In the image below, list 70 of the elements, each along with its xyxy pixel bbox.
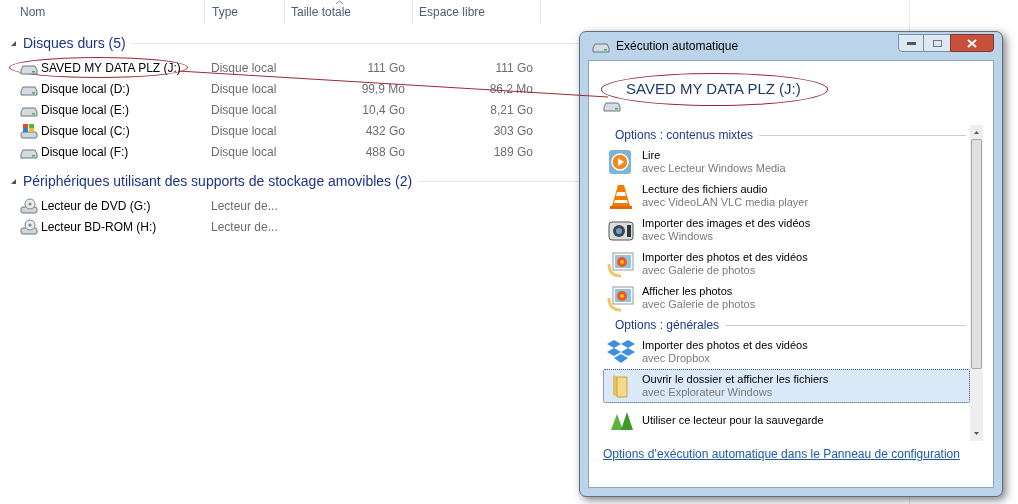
expand-triangle-icon[interactable] bbox=[10, 177, 17, 185]
photos-icon bbox=[607, 250, 635, 278]
option-action: Lecture des fichiers audio bbox=[642, 183, 769, 196]
scroll-thumb[interactable] bbox=[971, 139, 982, 369]
option-action: Utiliser ce lecteur pour la sauvegarde bbox=[642, 413, 824, 427]
option-action: Importer des photos et des vidéos bbox=[642, 339, 808, 352]
table-cell-text: Disque local bbox=[210, 143, 278, 161]
autoplay-option[interactable]: Afficher les photos avec Galerie de photos bbox=[603, 281, 970, 315]
autoplay-option[interactable]: Ouvrir le dossier et afficher les fichiers avec Explorateur Windows bbox=[603, 369, 970, 403]
autoplay-option[interactable]: Lecture des fichiers audio avec VideoLAN VLC media player bbox=[603, 179, 970, 213]
option-app: avec Explorateur Windows bbox=[642, 386, 774, 399]
expand-triangle-icon[interactable] bbox=[10, 39, 17, 47]
table-cell-text: 8,21 Go bbox=[489, 101, 533, 119]
table-cell-text: 10,4 Go bbox=[361, 101, 405, 119]
column-header[interactable]: Type bbox=[205, 0, 285, 24]
table-cell-text: 189 Go bbox=[492, 143, 533, 161]
optical-drive-icon bbox=[20, 197, 38, 214]
table-cell-text: Disque local bbox=[210, 101, 278, 119]
drive-name[interactable]: Lecteur BD-ROM (H:) bbox=[9, 216, 164, 237]
table-cell-text: 99,9 Mo bbox=[360, 80, 405, 98]
window-title: Exécution automatique bbox=[616, 38, 739, 55]
column-header[interactable]: Nom bbox=[0, 0, 205, 24]
group-header[interactable]: Périphériques utilisant des supports de stockage amovibles (2) bbox=[23, 170, 413, 192]
column-header[interactable]: Espace libre bbox=[413, 0, 541, 24]
drive-name[interactable]: Disque local (F:) bbox=[9, 141, 136, 162]
table-cell-text: Lecteur de... bbox=[210, 197, 279, 215]
autoplay-option[interactable]: Importer des images et des vidéos avec Windows bbox=[603, 213, 970, 247]
close-button[interactable] bbox=[950, 34, 994, 52]
table-cell-text: 111 Go bbox=[494, 59, 533, 77]
option-app: avec Dropbox bbox=[642, 352, 711, 365]
section-header: Options : contenus mixtes bbox=[615, 127, 754, 144]
table-cell-text: 432 Go bbox=[364, 122, 405, 140]
option-app: avec Galerie de photos bbox=[642, 264, 757, 277]
autoplay-option[interactable]: Importer des photos et des vidéos avec Galerie de photos bbox=[603, 247, 970, 281]
group-header[interactable]: Disques durs (5) bbox=[23, 32, 126, 54]
table-cell-text: Disque local bbox=[210, 122, 278, 140]
traffic-cone-icon bbox=[607, 182, 635, 210]
table-cell-text: 111 Go bbox=[366, 59, 405, 77]
autoplay-option[interactable]: Importer des photos et des vidéos avec Dropbox bbox=[603, 335, 970, 369]
scrollbar[interactable] bbox=[970, 125, 983, 441]
drive-name[interactable]: Disque local (C:) bbox=[9, 120, 137, 141]
drive-name[interactable]: Lecteur de DVD (G:) bbox=[9, 195, 158, 216]
option-action: Importer des photos et des vidéos bbox=[642, 251, 808, 264]
table-cell-text: Disque local bbox=[210, 80, 278, 98]
table-cell-text: 303 Go bbox=[492, 122, 533, 140]
autoplay-option[interactable]: Lire avec Lecteur Windows Media bbox=[603, 145, 970, 179]
option-app: avec Lecteur Windows Media bbox=[642, 162, 786, 175]
drive-name[interactable]: Disque local (E:) bbox=[9, 99, 137, 120]
column-header[interactable]: Taille totale bbox=[285, 0, 413, 24]
table-cell-text: Lecteur de... bbox=[210, 218, 279, 236]
close-icon bbox=[967, 38, 977, 48]
option-action: Importer des images et des vidéos bbox=[642, 217, 811, 230]
system-drive-icon bbox=[20, 122, 38, 139]
minimize-button[interactable] bbox=[898, 34, 924, 52]
option-app: avec Galerie de photos bbox=[642, 298, 756, 311]
control-panel-link[interactable]: Options d’exécution automatique dans le Panneau de configuration bbox=[603, 445, 983, 463]
maximize-button[interactable] bbox=[924, 34, 950, 52]
autoplay-option[interactable]: Utiliser ce lecteur pour la sauvegarde bbox=[603, 403, 970, 437]
option-action: Lire bbox=[642, 149, 662, 162]
open-box-icon bbox=[606, 338, 636, 366]
drive-name[interactable]: Disque local (D:) bbox=[9, 78, 137, 99]
option-app: avec Windows bbox=[642, 230, 714, 243]
section-header: Options : générales bbox=[615, 317, 720, 334]
table-cell-text: Disque local bbox=[210, 59, 278, 77]
option-action: Afficher les photos bbox=[642, 285, 734, 298]
option-app: avec VideoLAN VLC media player bbox=[642, 196, 809, 209]
photos-icon bbox=[607, 284, 635, 312]
optical-drive-icon bbox=[20, 218, 38, 235]
option-action: Ouvrir le dossier et afficher les fichiers bbox=[642, 373, 829, 386]
table-cell-text: 488 Go bbox=[364, 143, 405, 161]
